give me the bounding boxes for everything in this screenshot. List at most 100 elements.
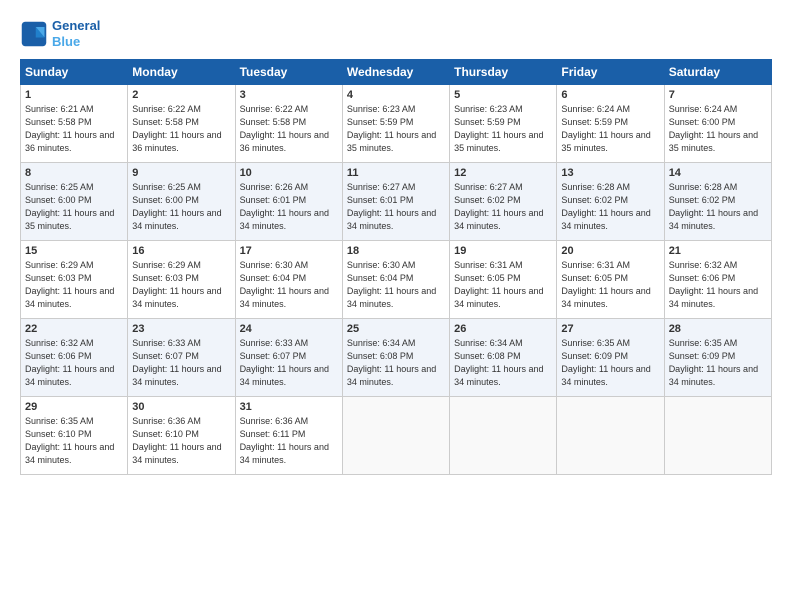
day-number: 31 — [240, 401, 338, 413]
day-number: 9 — [132, 167, 230, 179]
day-info: Sunrise: 6:32 AMSunset: 6:06 PMDaylight:… — [25, 338, 114, 387]
day-number: 26 — [454, 323, 552, 335]
calendar-cell: 1 Sunrise: 6:21 AMSunset: 5:58 PMDaylight… — [21, 85, 128, 163]
calendar-cell: 19 Sunrise: 6:31 AMSunset: 6:05 PMDayligh… — [450, 241, 557, 319]
day-info: Sunrise: 6:30 AMSunset: 6:04 PMDaylight:… — [347, 260, 436, 309]
day-number: 6 — [561, 89, 659, 101]
day-number: 3 — [240, 89, 338, 101]
day-info: Sunrise: 6:23 AMSunset: 5:59 PMDaylight:… — [347, 104, 436, 153]
calendar-cell: 9 Sunrise: 6:25 AMSunset: 6:00 PMDaylight… — [128, 163, 235, 241]
day-number: 20 — [561, 245, 659, 257]
day-info: Sunrise: 6:35 AMSunset: 6:09 PMDaylight:… — [669, 338, 758, 387]
calendar-week-1: 8 Sunrise: 6:25 AMSunset: 6:00 PMDaylight… — [21, 163, 772, 241]
day-info: Sunrise: 6:29 AMSunset: 6:03 PMDaylight:… — [25, 260, 114, 309]
calendar-cell: 16 Sunrise: 6:29 AMSunset: 6:03 PMDayligh… — [128, 241, 235, 319]
calendar-cell: 3 Sunrise: 6:22 AMSunset: 5:58 PMDaylight… — [235, 85, 342, 163]
day-number: 11 — [347, 167, 445, 179]
calendar-week-4: 29 Sunrise: 6:35 AMSunset: 6:10 PMDayligh… — [21, 397, 772, 475]
day-info: Sunrise: 6:28 AMSunset: 6:02 PMDaylight:… — [561, 182, 650, 231]
day-info: Sunrise: 6:35 AMSunset: 6:09 PMDaylight:… — [561, 338, 650, 387]
day-info: Sunrise: 6:22 AMSunset: 5:58 PMDaylight:… — [240, 104, 329, 153]
calendar-week-2: 15Sunrise: 6:29 AMSunset: 6:03 PMDayligh… — [21, 241, 772, 319]
day-info: Sunrise: 6:25 AMSunset: 6:00 PMDaylight:… — [25, 182, 114, 231]
page: General Blue SundayMondayTuesdayWednesda… — [0, 0, 792, 612]
day-number: 12 — [454, 167, 552, 179]
col-header-friday: Friday — [557, 60, 664, 85]
day-info: Sunrise: 6:33 AMSunset: 6:07 PMDaylight:… — [240, 338, 329, 387]
calendar-cell: 22 Sunrise: 6:32 AMSunset: 6:06 PMDayligh… — [21, 319, 128, 397]
day-info: Sunrise: 6:31 AMSunset: 6:05 PMDaylight:… — [561, 260, 650, 309]
col-header-wednesday: Wednesday — [342, 60, 449, 85]
day-info: Sunrise: 6:21 AMSunset: 5:58 PMDaylight:… — [25, 104, 114, 153]
day-info: Sunrise: 6:22 AMSunset: 5:58 PMDaylight:… — [132, 104, 221, 153]
day-number: 13 — [561, 167, 659, 179]
day-info: Sunrise: 6:27 AMSunset: 6:01 PMDaylight:… — [347, 182, 436, 231]
calendar-cell: 5 Sunrise: 6:23 AMSunset: 5:59 PMDaylight… — [450, 85, 557, 163]
day-info: Sunrise: 6:35 AMSunset: 6:10 PMDaylight:… — [25, 416, 114, 465]
calendar-cell — [342, 397, 449, 475]
calendar-cell: 4 Sunrise: 6:23 AMSunset: 5:59 PMDaylight… — [342, 85, 449, 163]
day-number: 24 — [240, 323, 338, 335]
day-info: Sunrise: 6:36 AMSunset: 6:10 PMDaylight:… — [132, 416, 221, 465]
day-info: Sunrise: 6:23 AMSunset: 5:59 PMDaylight:… — [454, 104, 543, 153]
day-info: Sunrise: 6:30 AMSunset: 6:04 PMDaylight:… — [240, 260, 329, 309]
day-number: 30 — [132, 401, 230, 413]
calendar-cell: 8 Sunrise: 6:25 AMSunset: 6:00 PMDaylight… — [21, 163, 128, 241]
day-info: Sunrise: 6:29 AMSunset: 6:03 PMDaylight:… — [132, 260, 221, 309]
col-header-tuesday: Tuesday — [235, 60, 342, 85]
logo-text: General Blue — [52, 18, 100, 49]
calendar-cell: 6 Sunrise: 6:24 AMSunset: 5:59 PMDaylight… — [557, 85, 664, 163]
day-number: 28 — [669, 323, 767, 335]
day-number: 7 — [669, 89, 767, 101]
day-number: 1 — [25, 89, 123, 101]
header: General Blue — [20, 18, 772, 49]
calendar-cell: 20 Sunrise: 6:31 AMSunset: 6:05 PMDayligh… — [557, 241, 664, 319]
calendar-cell: 21 Sunrise: 6:32 AMSunset: 6:06 PMDayligh… — [664, 241, 771, 319]
day-number: 8 — [25, 167, 123, 179]
day-number: 22 — [25, 323, 123, 335]
calendar-cell: 12 Sunrise: 6:27 AMSunset: 6:02 PMDayligh… — [450, 163, 557, 241]
day-number: 14 — [669, 167, 767, 179]
day-number: 4 — [347, 89, 445, 101]
col-header-monday: Monday — [128, 60, 235, 85]
day-number: 29 — [25, 401, 123, 413]
day-info: Sunrise: 6:27 AMSunset: 6:02 PMDaylight:… — [454, 182, 543, 231]
calendar-cell — [450, 397, 557, 475]
day-info: Sunrise: 6:32 AMSunset: 6:06 PMDaylight:… — [669, 260, 758, 309]
calendar-week-0: 1 Sunrise: 6:21 AMSunset: 5:58 PMDaylight… — [21, 85, 772, 163]
calendar-cell: 7 Sunrise: 6:24 AMSunset: 6:00 PMDaylight… — [664, 85, 771, 163]
day-info: Sunrise: 6:36 AMSunset: 6:11 PMDaylight:… — [240, 416, 329, 465]
logo: General Blue — [20, 18, 100, 49]
day-number: 5 — [454, 89, 552, 101]
calendar-table: SundayMondayTuesdayWednesdayThursdayFrid… — [20, 59, 772, 475]
day-info: Sunrise: 6:33 AMSunset: 6:07 PMDaylight:… — [132, 338, 221, 387]
day-info: Sunrise: 6:34 AMSunset: 6:08 PMDaylight:… — [347, 338, 436, 387]
day-number: 2 — [132, 89, 230, 101]
col-header-saturday: Saturday — [664, 60, 771, 85]
calendar-cell: 18Sunrise: 6:30 AMSunset: 6:04 PMDayligh… — [342, 241, 449, 319]
calendar-cell: 23 Sunrise: 6:33 AMSunset: 6:07 PMDayligh… — [128, 319, 235, 397]
day-info: Sunrise: 6:25 AMSunset: 6:00 PMDaylight:… — [132, 182, 221, 231]
day-number: 16 — [132, 245, 230, 257]
day-number: 19 — [454, 245, 552, 257]
calendar-cell: 2 Sunrise: 6:22 AMSunset: 5:58 PMDaylight… — [128, 85, 235, 163]
calendar-cell: 28 Sunrise: 6:35 AMSunset: 6:09 PMDayligh… — [664, 319, 771, 397]
day-info: Sunrise: 6:31 AMSunset: 6:05 PMDaylight:… — [454, 260, 543, 309]
day-info: Sunrise: 6:24 AMSunset: 6:00 PMDaylight:… — [669, 104, 758, 153]
calendar-cell: 29 Sunrise: 6:35 AMSunset: 6:10 PMDayligh… — [21, 397, 128, 475]
calendar-cell: 25Sunrise: 6:34 AMSunset: 6:08 PMDayligh… — [342, 319, 449, 397]
logo-icon — [20, 20, 48, 48]
calendar-cell: 11 Sunrise: 6:27 AMSunset: 6:01 PMDayligh… — [342, 163, 449, 241]
calendar-cell: 13 Sunrise: 6:28 AMSunset: 6:02 PMDayligh… — [557, 163, 664, 241]
calendar-cell — [557, 397, 664, 475]
day-info: Sunrise: 6:24 AMSunset: 5:59 PMDaylight:… — [561, 104, 650, 153]
calendar-cell: 26 Sunrise: 6:34 AMSunset: 6:08 PMDayligh… — [450, 319, 557, 397]
calendar-cell: 27Sunrise: 6:35 AMSunset: 6:09 PMDayligh… — [557, 319, 664, 397]
day-number: 21 — [669, 245, 767, 257]
calendar-cell: 14Sunrise: 6:28 AMSunset: 6:02 PMDayligh… — [664, 163, 771, 241]
day-number: 10 — [240, 167, 338, 179]
day-info: Sunrise: 6:34 AMSunset: 6:08 PMDaylight:… — [454, 338, 543, 387]
day-number: 23 — [132, 323, 230, 335]
calendar-cell: 17Sunrise: 6:30 AMSunset: 6:04 PMDayligh… — [235, 241, 342, 319]
calendar-cell: 10Sunrise: 6:26 AMSunset: 6:01 PMDayligh… — [235, 163, 342, 241]
